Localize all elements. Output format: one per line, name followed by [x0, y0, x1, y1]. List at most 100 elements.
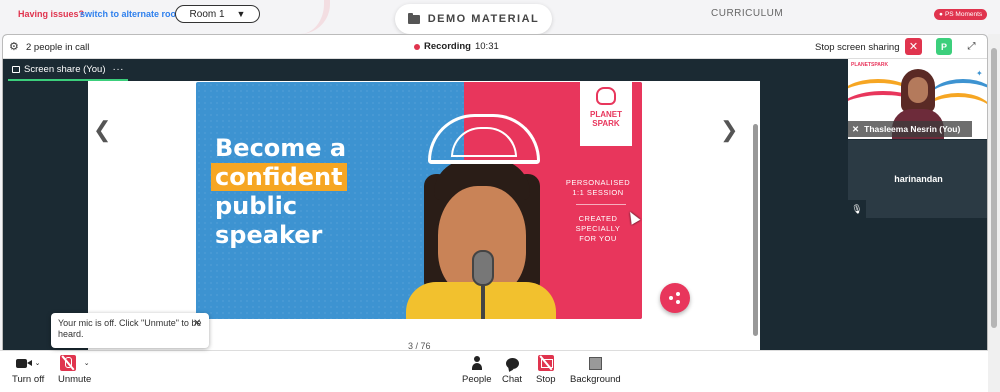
demo-material-label: DEMO MATERIAL — [427, 13, 540, 25]
recording-label: Recording — [424, 41, 471, 52]
previous-slide-icon[interactable]: ❮ — [93, 117, 111, 143]
chevron-down-icon[interactable]: ⌄ — [84, 359, 90, 367]
stop-screen-sharing-label: Stop screen sharing — [815, 42, 900, 53]
camera-icon — [15, 358, 32, 368]
background-button[interactable]: Background — [570, 355, 621, 385]
avatar[interactable]: P — [936, 38, 952, 55]
camera-toggle-label: Turn off — [12, 374, 45, 385]
slide: Become a confident public speaker PLANET… — [196, 82, 642, 319]
chat-icon — [505, 357, 519, 369]
room-select[interactable]: Room 1 ▼ — [175, 5, 260, 23]
share-button[interactable] — [660, 283, 690, 313]
slide-info: CREATED SPECIALLY FOR YOU — [558, 214, 638, 244]
more-options-icon[interactable]: ··· — [113, 64, 125, 75]
gear-icon[interactable]: ⚙ — [9, 41, 19, 53]
camera-icon: ● — [939, 11, 943, 18]
chat-label: Chat — [502, 374, 523, 385]
participants-panel: PLANETSPARK ✦ ✕ Thasleema Nesrin (You) h… — [848, 59, 987, 352]
background-icon — [588, 356, 602, 370]
chevron-down-icon[interactable]: ⌄ — [35, 359, 41, 367]
mic-muted-icon: ✕ — [852, 123, 860, 134]
curriculum-tab[interactable]: CURRICULUM — [711, 8, 783, 19]
stop-screen-sharing-button[interactable]: ✕ — [905, 38, 922, 55]
robot-icon — [596, 87, 616, 105]
close-icon: ✕ — [908, 41, 919, 53]
share-margin-left — [8, 81, 88, 350]
bottom-toolbar: ⌄ Turn off ⌄ Unmute People Chat Stop Bac… — [0, 350, 988, 392]
monitor-icon — [12, 65, 20, 73]
ps-moments-button[interactable]: ● PS Moments — [934, 9, 988, 20]
top-bar: Having issues? switch to alternate room … — [0, 0, 1000, 34]
tile-logo: PLANETSPARK — [851, 62, 889, 68]
slide-headline: Become a confident public speaker — [211, 134, 347, 250]
mic-off-tooltip: Your mic is off. Click "Unmute" to be he… — [51, 313, 209, 348]
decorative-arc — [290, 0, 330, 34]
info-line: PERSONALISED — [565, 178, 631, 187]
slide-info: PERSONALISED 1:1 SESSION — [558, 178, 638, 198]
people-label: People — [462, 374, 492, 385]
tooltip-text: Your mic is off. Click "Unmute" to be he… — [58, 318, 202, 339]
demo-material-button[interactable]: DEMO MATERIAL — [395, 4, 552, 34]
stop-share-button[interactable]: Stop — [536, 355, 556, 385]
sparkle-icon: ✦ — [976, 69, 983, 78]
share-icon — [669, 292, 681, 304]
microphone-image — [472, 250, 494, 286]
recording-time: 10:31 — [474, 41, 499, 52]
unmute-label: Unmute — [58, 374, 92, 385]
caret-down-icon: ▼ — [236, 9, 246, 19]
slide-scrollbar[interactable] — [753, 124, 758, 336]
camera-toggle-button[interactable]: ⌄ Turn off — [12, 355, 44, 385]
stop-screen-share-icon — [537, 355, 554, 371]
logo-text: PLANET SPARK — [580, 110, 632, 128]
stop-icon-wrap — [537, 355, 554, 371]
issues-label: Having issues? — [18, 9, 85, 19]
info-line: 1:1 SESSION — [572, 188, 624, 197]
screen-share-tab[interactable]: Screen share (You) ··· — [8, 59, 129, 81]
participant-name: Thasleema Nesrin (You) — [864, 124, 961, 134]
headline-line: public — [215, 192, 298, 220]
logo-line: PLANET — [590, 110, 622, 119]
people-button[interactable]: People — [462, 355, 492, 385]
divider — [576, 204, 626, 205]
participant-video-face — [908, 77, 928, 103]
fullscreen-icon[interactable]: ⤢ — [963, 38, 980, 55]
background-icon-wrap — [588, 355, 602, 371]
screen-share-tab-label: Screen share (You) — [24, 63, 106, 75]
microphone-stand — [481, 286, 485, 319]
ps-moments-label: PS Moments — [944, 11, 983, 18]
participant-tile[interactable]: harinandan 🎙 — [848, 139, 987, 218]
stop-label: Stop — [536, 374, 556, 385]
headline-highlight: confident — [211, 163, 347, 191]
headline-line: speaker — [215, 221, 323, 249]
chat-icon-wrap — [505, 355, 519, 371]
headline-line: Become a — [215, 134, 347, 162]
headline-line: confident — [211, 163, 347, 192]
alternate-room-link[interactable]: switch to alternate room — [80, 9, 184, 19]
camera-icon-wrap: ⌄ — [15, 355, 41, 371]
folder-icon — [407, 12, 420, 24]
room-select-value: Room 1 — [189, 8, 225, 20]
participant-name: harinandan — [894, 174, 943, 184]
background-label: Background — [570, 374, 621, 385]
mic-icon: 🎙 — [848, 200, 866, 218]
unmute-button[interactable]: ⌄ Unmute — [58, 355, 91, 385]
participant-tile-self[interactable]: PLANETSPARK ✦ ✕ Thasleema Nesrin (You) — [848, 59, 987, 139]
mic-icon-wrap: ⌄ — [59, 355, 90, 371]
participant-name-bar: ✕ Thasleema Nesrin (You) — [848, 121, 972, 137]
share-tab-bar: Screen share (You) ··· — [3, 59, 846, 81]
window-scrollbar-thumb[interactable] — [991, 48, 997, 328]
call-header: ⚙ 2 people in call Recording 10:31 Stop … — [3, 35, 987, 59]
participant-count: 2 people in call — [26, 42, 90, 53]
info-line: FOR YOU — [579, 234, 617, 243]
people-icon-wrap — [471, 355, 482, 371]
logo-line: SPARK — [592, 119, 620, 128]
info-line: CREATED SPECIALLY — [575, 214, 621, 233]
share-margin-right — [760, 81, 846, 350]
planet-spark-logo: PLANET SPARK — [580, 82, 632, 146]
people-icon — [471, 356, 482, 370]
next-slide-icon[interactable]: ❯ — [720, 117, 738, 143]
chat-button[interactable]: Chat — [502, 355, 522, 385]
recording-indicator: Recording 10:31 — [414, 41, 499, 52]
close-icon[interactable]: ✕ — [193, 318, 201, 329]
mic-off-icon — [59, 355, 76, 371]
